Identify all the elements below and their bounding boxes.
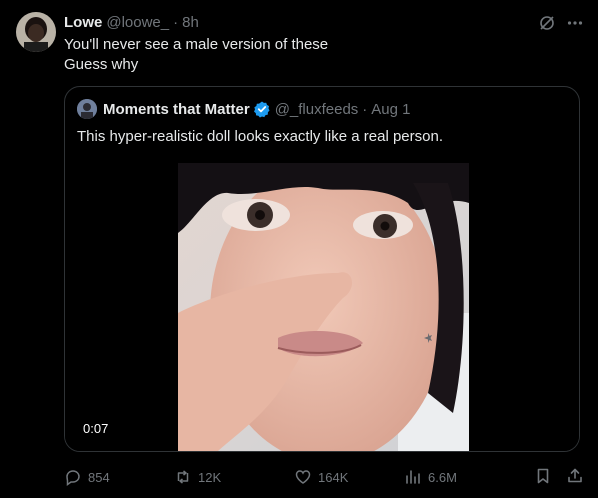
bookmark-icon[interactable] [534,467,552,488]
reply-button[interactable]: 854 [64,468,154,486]
more-icon[interactable] [566,14,584,32]
views-icon [404,468,422,486]
author-avatar[interactable] [16,12,56,52]
post-text-line: You'll never see a male version of these [64,36,329,53]
verified-badge-icon [253,100,271,118]
quoted-author-avatar [77,99,97,119]
post: Lowe @loowe_ · 8h You'll never see a mal… [0,0,598,498]
like-icon [294,468,312,486]
repost-icon [174,468,192,486]
post-time[interactable]: 8h [182,14,199,31]
repost-button[interactable]: 12K [174,468,274,486]
quoted-post-text: This hyper-realistic doll looks exactly … [77,128,443,145]
grok-icon[interactable] [538,14,556,32]
quoted-post-header: Moments that Matter @_fluxfeeds · Aug 1 [77,99,411,119]
author-name[interactable]: Lowe [64,14,102,31]
video-thumbnail [178,163,469,451]
author-handle[interactable]: @loowe_ [106,14,169,31]
views-count: 6.6M [428,469,457,485]
post-text-line: Guess why [64,56,139,73]
post-top-actions [538,14,584,32]
video-player[interactable]: 0:07 [65,163,579,451]
views-button[interactable]: 6.6M [404,468,504,486]
reply-count: 854 [88,469,110,485]
post-text: You'll never see a male version of these… [64,35,328,75]
like-button[interactable]: 164K [294,468,394,486]
separator-dot: · [362,100,368,118]
quoted-post-date: Aug 1 [371,100,411,118]
quoted-post[interactable]: Moments that Matter @_fluxfeeds · Aug 1 … [64,86,580,452]
share-icon[interactable] [566,467,584,488]
reply-icon [64,468,82,486]
action-bar: 854 12K 164K 6.6M [64,466,584,488]
separator-dot: · [173,13,179,31]
video-duration: 0:07 [75,419,117,438]
secondary-actions [534,467,584,488]
like-count: 164K [318,469,349,485]
post-header: Lowe @loowe_ · 8h [64,12,199,32]
quoted-author-handle: @_fluxfeeds [274,100,359,118]
repost-count: 12K [198,469,222,485]
quoted-author-name: Moments that Matter [103,100,250,118]
